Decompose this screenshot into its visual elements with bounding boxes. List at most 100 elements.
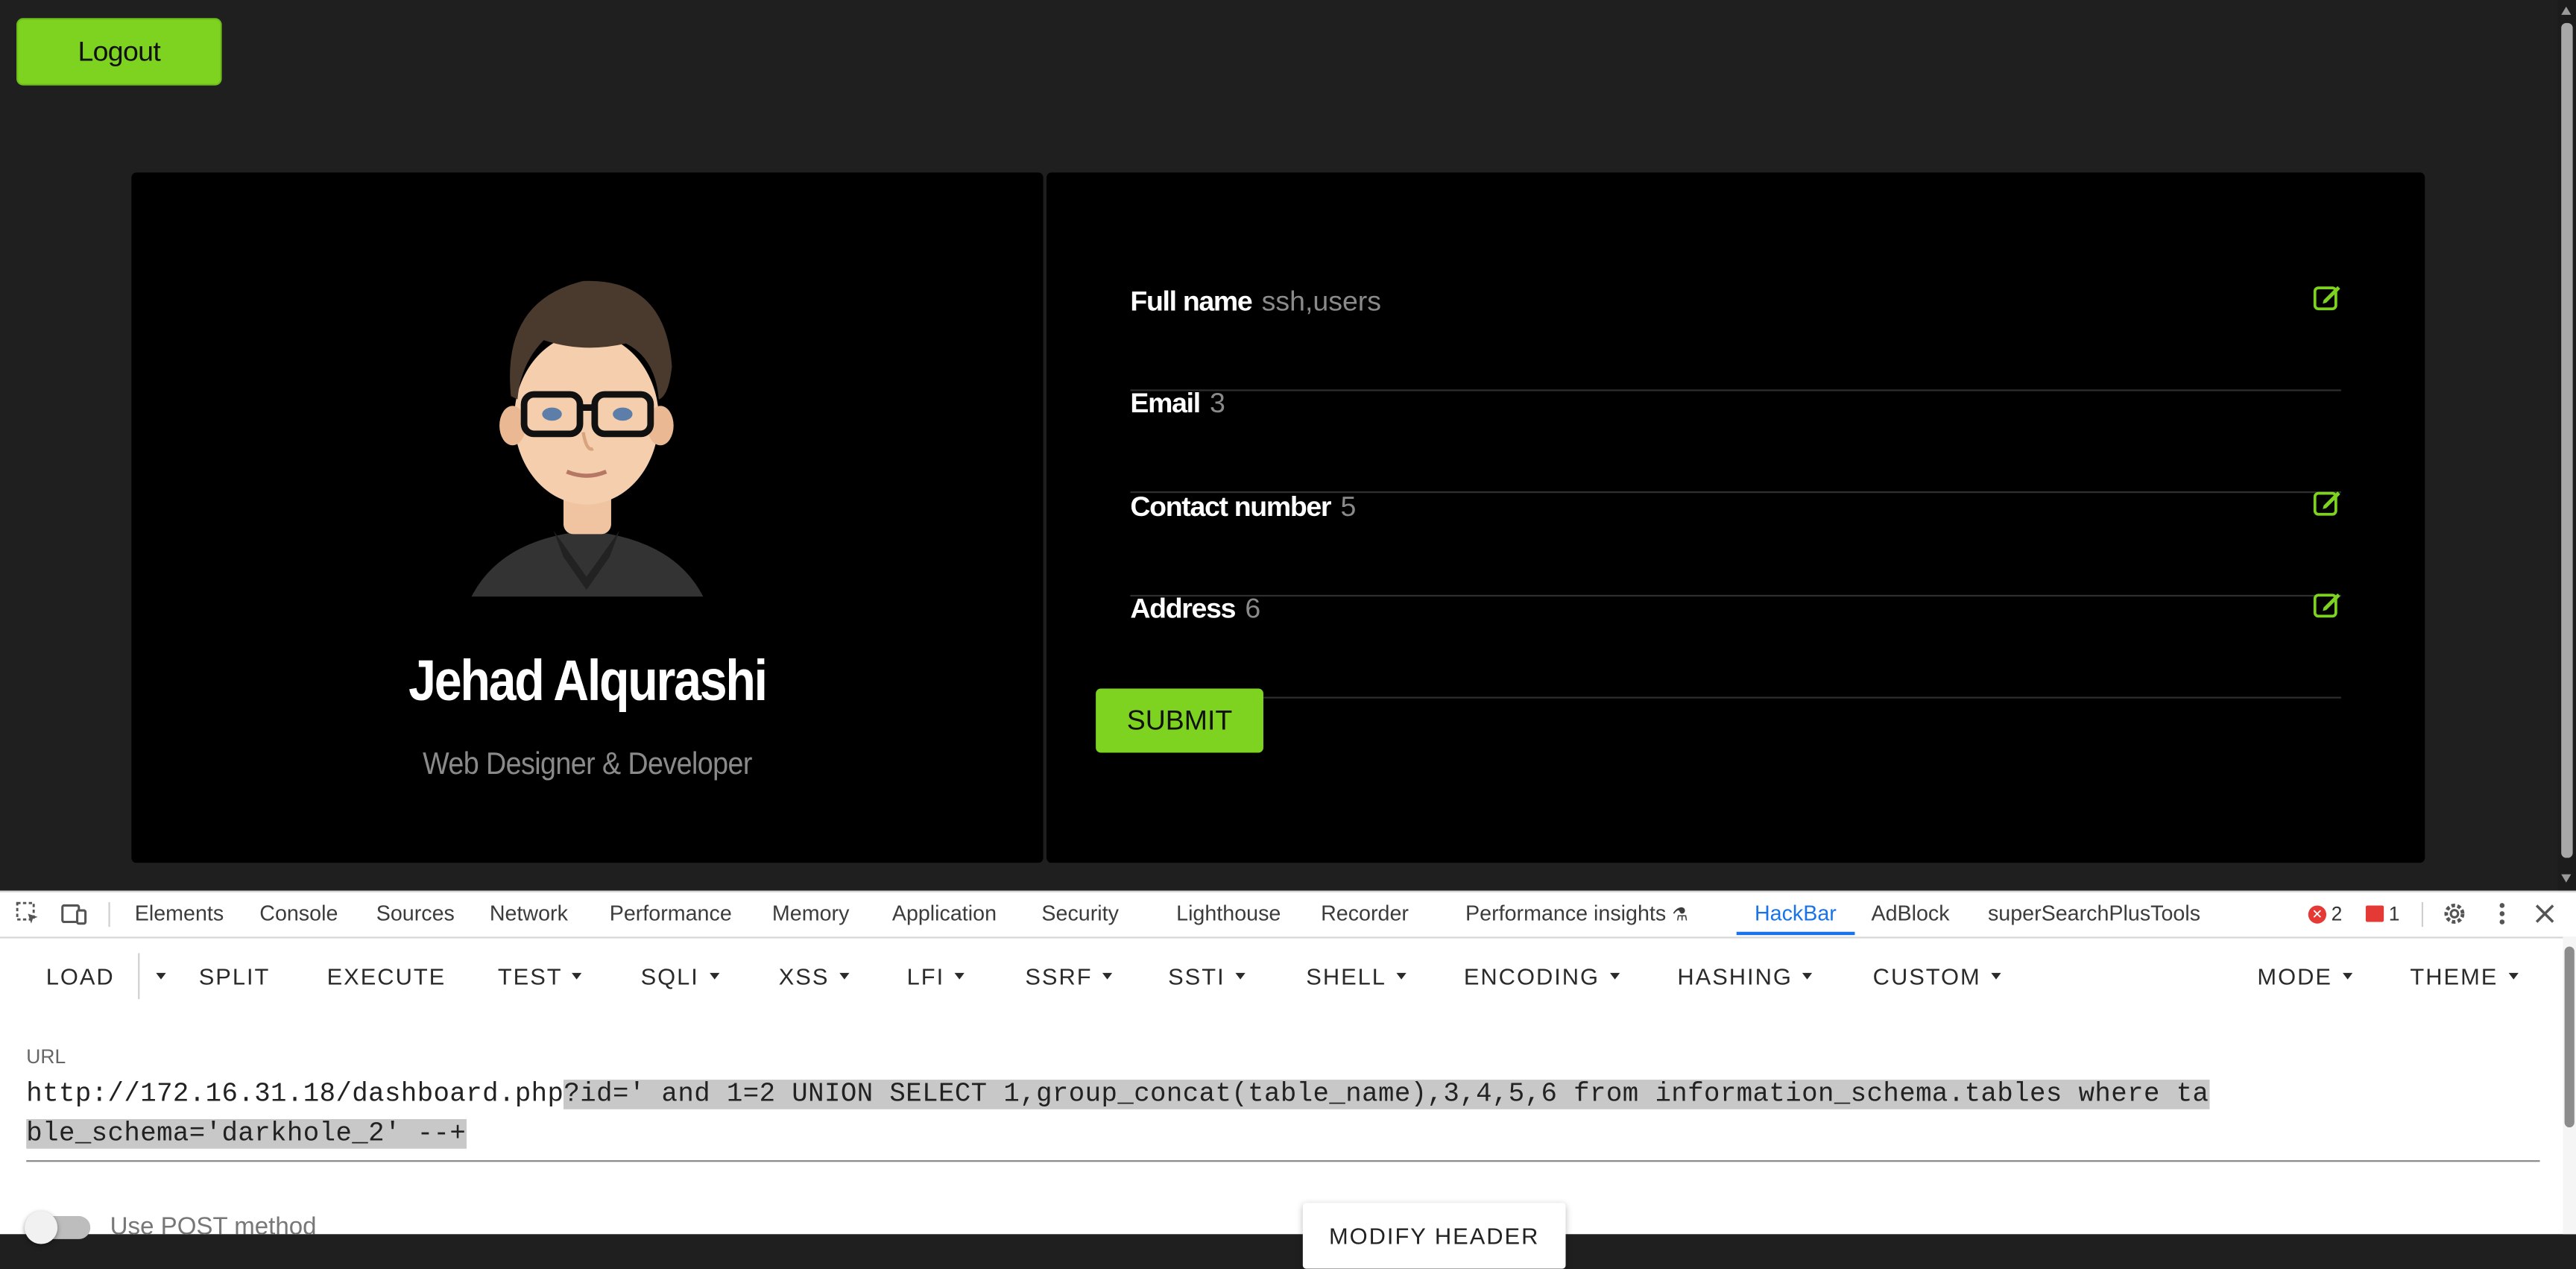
tab-performance[interactable]: Performance xyxy=(610,892,732,935)
sqli-menu-label: SQLI xyxy=(640,963,699,989)
execute-button[interactable]: EXECUTE xyxy=(327,936,446,1015)
issue-icon xyxy=(2365,905,2384,922)
test-menu[interactable]: TEST xyxy=(497,936,583,1015)
tab-security[interactable]: Security xyxy=(1041,892,1119,935)
url-base: http://172.16.31.18/dashboard.php xyxy=(26,1080,564,1109)
separator xyxy=(2421,902,2424,928)
chevron-down-icon xyxy=(1234,973,1246,980)
ssti-menu-label: SSTI xyxy=(1168,963,1225,989)
chevron-down-icon xyxy=(1102,973,1113,980)
chevron-down-icon xyxy=(2507,973,2518,980)
shell-menu[interactable]: SHELL xyxy=(1306,936,1407,1015)
custom-menu-label: CUSTOM xyxy=(1872,963,1981,989)
scrollbar-thumb[interactable] xyxy=(2561,22,2573,858)
mode-menu[interactable]: MODE xyxy=(2257,936,2352,1015)
url-label: URL xyxy=(26,1045,66,1068)
field-value: 3 xyxy=(1210,388,1225,420)
xss-menu[interactable]: XSS xyxy=(779,936,849,1015)
device-toolbar-icon[interactable] xyxy=(61,901,87,927)
devtools-panel: Elements Console Sources Network Perform… xyxy=(0,890,2576,1269)
url-input[interactable]: http://172.16.31.18/dashboard.php?id=' a… xyxy=(26,1074,2211,1153)
submit-button[interactable]: SUBMIT xyxy=(1096,688,1263,753)
field-label: Contact number xyxy=(1130,491,1331,523)
hackbar-toolbar: LOAD SPLIT EXECUTE TEST SQLI XSS LFI SSR… xyxy=(0,936,2576,1015)
theme-menu[interactable]: THEME xyxy=(2410,936,2518,1015)
tab-hackbar[interactable]: HackBar xyxy=(1736,892,1855,936)
toggle-knob xyxy=(25,1211,58,1244)
post-method-label: Use POST method xyxy=(110,1212,317,1241)
encoding-menu[interactable]: ENCODING xyxy=(1464,936,1620,1015)
ssti-menu[interactable]: SSTI xyxy=(1168,936,1246,1015)
profile-details-card: Full name ssh,users Email 3 Contact number… xyxy=(1046,172,2425,863)
test-menu-label: TEST xyxy=(497,963,563,989)
field-value: 6 xyxy=(1245,593,1261,625)
field-row-contact-number: Contact number 5 xyxy=(1130,491,2341,597)
field-label: Email xyxy=(1130,388,1201,420)
load-dropdown[interactable] xyxy=(146,936,166,1015)
scrollbar-thumb[interactable] xyxy=(2564,946,2575,1128)
tab-application[interactable]: Application xyxy=(892,892,997,935)
logout-button[interactable]: Logout xyxy=(16,18,222,86)
tab-memory[interactable]: Memory xyxy=(772,892,849,935)
tab-lighthouse[interactable]: Lighthouse xyxy=(1176,892,1281,935)
tab-performance-insights[interactable]: Performance insights ⚗ xyxy=(1465,892,1688,935)
tab-recorder[interactable]: Recorder xyxy=(1321,892,1409,935)
lfi-menu-label: LFI xyxy=(906,963,945,989)
chevron-down-icon xyxy=(839,973,849,980)
field-row-address: Address 6 xyxy=(1130,593,2341,699)
more-options-icon[interactable] xyxy=(2489,901,2515,927)
field-label: Address xyxy=(1130,593,1236,625)
inspect-element-icon[interactable] xyxy=(15,901,41,927)
hashing-menu[interactable]: HASHING xyxy=(1677,936,1813,1015)
hashing-menu-label: HASHING xyxy=(1677,963,1793,989)
tab-elements[interactable]: Elements xyxy=(135,892,224,935)
tab-adblock[interactable]: AdBlock xyxy=(1871,892,1949,935)
page-scrollbar[interactable] xyxy=(2557,0,2576,891)
chevron-down-icon xyxy=(2342,973,2352,980)
tab-console[interactable]: Console xyxy=(259,892,338,935)
chevron-down-icon xyxy=(1396,973,1407,980)
web-page: Logout Jehad Alqurashi Web Designer & De… xyxy=(0,0,2558,891)
url-input-underline xyxy=(26,1160,2540,1162)
tab-network[interactable]: Network xyxy=(490,892,568,935)
chevron-down-icon xyxy=(709,973,719,980)
post-method-toggle[interactable] xyxy=(25,1211,91,1244)
field-value: ssh,users xyxy=(1261,286,1381,318)
field-row-email: Email 3 xyxy=(1130,388,2341,494)
chevron-down-icon xyxy=(1990,973,2001,980)
field-value: 5 xyxy=(1340,491,1357,523)
modify-header-button[interactable]: MODIFY HEADER xyxy=(1302,1203,1566,1269)
edit-icon[interactable] xyxy=(2313,488,2340,516)
chevron-down-icon xyxy=(156,973,166,980)
xss-menu-label: XSS xyxy=(778,963,830,989)
edit-icon[interactable] xyxy=(2313,283,2340,311)
error-count-badge[interactable]: ✕ 2 xyxy=(2308,892,2343,935)
theme-menu-label: THEME xyxy=(2410,963,2498,989)
profile-card: Jehad Alqurashi Web Designer & Developer xyxy=(131,172,1044,863)
field-label: Full name xyxy=(1130,286,1252,318)
ssrf-menu[interactable]: SSRF xyxy=(1025,936,1113,1015)
field-row-full-name: Full name ssh,users xyxy=(1130,286,2341,391)
edit-icon[interactable] xyxy=(2313,590,2340,618)
tab-supersearchplustools[interactable]: superSearchPlusTools xyxy=(1988,892,2200,935)
gear-icon[interactable] xyxy=(2441,901,2467,927)
flask-icon: ⚗ xyxy=(1672,905,1688,925)
error-icon: ✕ xyxy=(2308,904,2327,923)
issue-count-badge[interactable]: 1 xyxy=(2365,892,2400,935)
load-button[interactable]: LOAD xyxy=(46,936,115,1015)
ssrf-menu-label: SSRF xyxy=(1025,963,1093,989)
devtools-tab-bar: Elements Console Sources Network Perform… xyxy=(0,890,2576,939)
sqli-menu[interactable]: SQLI xyxy=(641,936,719,1015)
tab-sources[interactable]: Sources xyxy=(376,892,455,935)
chevron-down-icon xyxy=(954,973,965,980)
lfi-menu[interactable]: LFI xyxy=(907,936,965,1015)
scroll-down-icon[interactable] xyxy=(2561,874,2572,883)
error-count: 2 xyxy=(2331,902,2343,925)
devtools-scrollbar[interactable] xyxy=(2563,936,2576,1235)
tab-performance-insights-label: Performance insights xyxy=(1465,900,1667,925)
profile-name: Jehad Alqurashi xyxy=(408,649,768,714)
close-icon[interactable] xyxy=(2532,901,2558,927)
custom-menu[interactable]: CUSTOM xyxy=(1873,936,2001,1015)
scroll-up-icon[interactable] xyxy=(2561,6,2572,15)
split-button[interactable]: SPLIT xyxy=(199,936,271,1015)
